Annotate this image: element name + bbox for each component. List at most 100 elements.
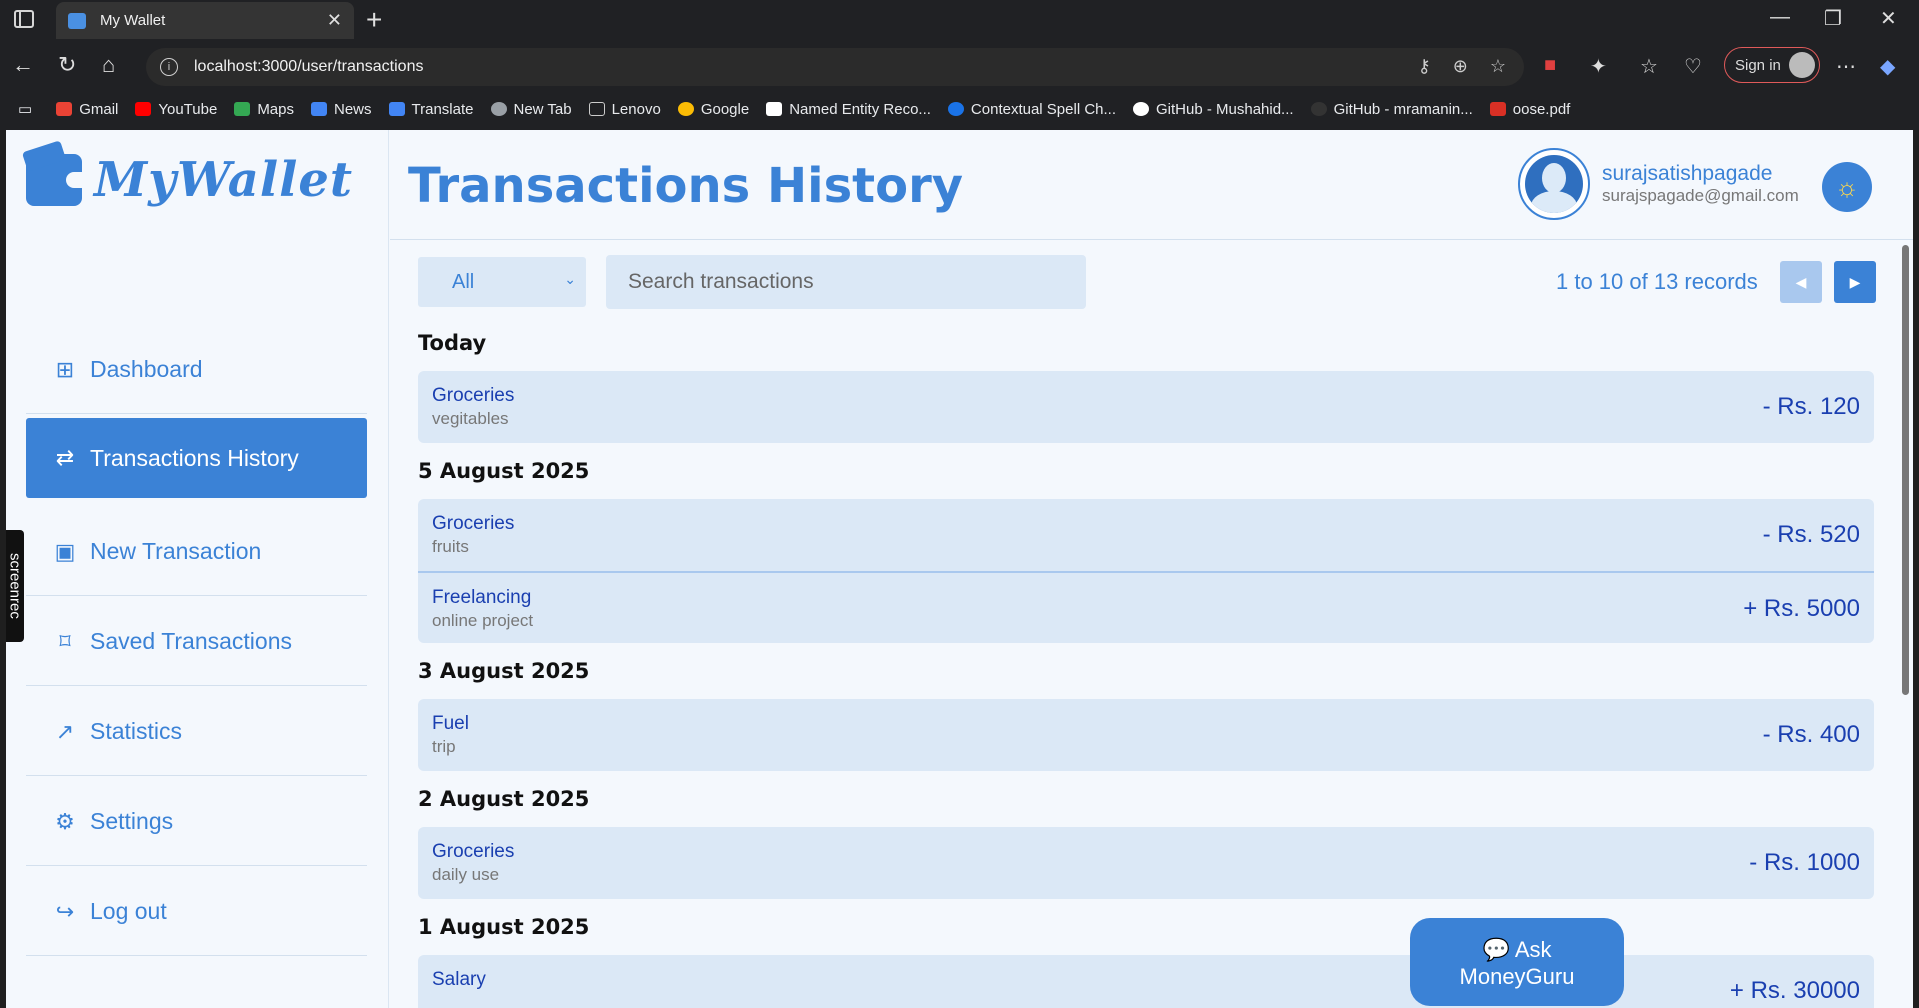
transaction-group: 1 August 2025 Salary + Rs. 30000 [418, 915, 1874, 1008]
gear-icon: ⚙ [55, 808, 75, 834]
sidebar-item-label: Settings [90, 808, 174, 834]
transaction-row[interactable]: Freelancing online project + Rs. 5000 [418, 571, 1874, 643]
transaction-row[interactable]: Groceries vegitables - Rs. 120 [418, 371, 1874, 443]
bookmark-ner[interactable]: Named Entity Reco... [766, 101, 931, 118]
group-date: 2 August 2025 [418, 787, 590, 811]
reading-list-icon[interactable]: ▭ [18, 100, 32, 118]
copilot-icon[interactable]: ◆ [1880, 54, 1895, 79]
sidebar-item-label: Dashboard [90, 356, 203, 382]
favorites-icon[interactable]: ☆ [1640, 54, 1658, 79]
transaction-row[interactable]: Salary + Rs. 30000 [418, 955, 1874, 1008]
sidebar-item-dashboard[interactable]: ⊞ Dashboard [26, 326, 367, 414]
ask-label: Ask [1514, 937, 1552, 962]
transaction-amount: - Rs. 120 [1762, 393, 1860, 420]
wallet-favicon-icon [68, 12, 86, 29]
sidebar-item-saved-transactions[interactable]: ⌑ Saved Transactions [26, 598, 367, 686]
username: surajsatishpagade [1602, 162, 1773, 185]
extension-icon[interactable]: ■ [1544, 54, 1556, 77]
group-date: 5 August 2025 [418, 459, 590, 483]
sidebar-item-label: Log out [90, 898, 167, 924]
calendar-plus-icon: ▣ [54, 538, 76, 564]
theme-toggle-bulb-icon[interactable]: ☼ [1822, 162, 1872, 212]
logo[interactable]: MyWallet [26, 152, 353, 208]
transaction-row[interactable]: Fuel trip - Rs. 400 [418, 699, 1874, 771]
browser-tab[interactable]: My Wallet ✕ [56, 2, 354, 39]
minimize-icon[interactable]: — [1770, 6, 1790, 29]
new-tab-button[interactable]: + [366, 4, 382, 36]
sign-in-button[interactable]: Sign in [1724, 47, 1820, 83]
sidebar-item-label: Statistics [90, 718, 183, 744]
caret-right-icon: ▶ [1849, 273, 1861, 290]
transaction-note: online project [432, 611, 534, 630]
sidebar-item-transactions-history[interactable]: ⇄ Transactions History [26, 418, 367, 498]
bookmark-github-2[interactable]: GitHub - mramanin... [1310, 101, 1473, 118]
next-page-button[interactable]: ▶ [1834, 261, 1876, 303]
transaction-group: 2 August 2025 Groceries daily use - Rs. … [418, 787, 1874, 899]
bookmark-gmail[interactable]: Gmail [56, 101, 118, 118]
bookmark-new-tab[interactable]: New Tab [490, 101, 572, 118]
search-input[interactable] [606, 255, 1086, 309]
type-filter-select[interactable]: All ⌄ [418, 257, 586, 307]
bookmark-maps[interactable]: Maps [234, 101, 294, 118]
transaction-row[interactable]: Groceries fruits - Rs. 520 [418, 499, 1874, 571]
close-icon[interactable]: ✕ [327, 10, 342, 31]
bookmarks-bar: ▭ Gmail YouTube Maps News Translate New … [0, 92, 1919, 126]
maximize-icon[interactable]: ❐ [1824, 6, 1842, 31]
bookmark-lenovo[interactable]: Lenovo [588, 101, 661, 118]
bookmark-icon: ⌑ [59, 628, 71, 654]
scrollbar-thumb[interactable] [1902, 245, 1909, 695]
sidebar-item-logout[interactable]: ↪ Log out [26, 868, 367, 956]
tab-bar: My Wallet ✕ + — ❐ ✕ [0, 0, 1919, 40]
zoom-icon[interactable]: ⊕ [1453, 56, 1468, 77]
more-icon[interactable]: ⋯ [1836, 54, 1856, 79]
sidebar-item-statistics[interactable]: ↗ Statistics [26, 688, 367, 776]
prev-page-button[interactable]: ◀ [1780, 261, 1822, 303]
bookmark-google[interactable]: Google [677, 101, 749, 118]
github-icon [1310, 102, 1327, 116]
sidebar-item-settings[interactable]: ⚙ Settings [26, 778, 367, 866]
folder-icon [588, 102, 605, 116]
filter-value: All [452, 270, 475, 293]
wallet-icon [26, 154, 84, 206]
github-icon [1133, 102, 1149, 116]
reload-icon[interactable]: ↻ [58, 52, 76, 78]
transaction-category: Fuel [432, 713, 469, 734]
bookmark-translate[interactable]: Translate [388, 101, 474, 118]
group-date: 1 August 2025 [418, 915, 590, 939]
bookmark-github-1[interactable]: GitHub - Mushahid... [1133, 101, 1294, 118]
sidebar-item-new-transaction[interactable]: ▣ New Transaction [26, 508, 367, 596]
health-icon[interactable]: ♡ [1684, 54, 1702, 79]
bookmark-youtube[interactable]: YouTube [135, 101, 217, 118]
bookmark-spell-check[interactable]: Contextual Spell Ch... [947, 101, 1116, 118]
chart-page-icon [766, 102, 783, 116]
pdf-icon [1489, 102, 1506, 116]
page-scrollbar[interactable] [1900, 241, 1910, 1008]
tab-title: My Wallet [100, 12, 166, 29]
group-date: 3 August 2025 [418, 659, 590, 683]
bookmark-news[interactable]: News [311, 101, 372, 118]
home-icon[interactable]: ⌂ [102, 52, 115, 78]
user-silhouette-icon [1525, 155, 1583, 213]
user-avatar[interactable] [1518, 148, 1590, 220]
page-header: Transactions History surajsatishpagade s… [390, 130, 1913, 240]
info-icon[interactable]: i [160, 58, 178, 76]
browser-chrome: My Wallet ✕ + — ❐ ✕ ← ↻ ⌂ i localhost:30… [0, 0, 1919, 130]
transaction-amount: + Rs. 30000 [1729, 977, 1860, 1004]
back-icon[interactable]: ← [12, 52, 34, 78]
transaction-note: vegitables [432, 409, 509, 428]
favorite-star-icon[interactable]: ☆ [1490, 56, 1506, 77]
tab-actions-icon[interactable] [14, 10, 34, 28]
sidebar: MyWallet ⊞ Dashboard ⇄ Transactions Hist… [6, 130, 389, 1008]
transaction-category: Groceries [432, 841, 515, 862]
extensions-icon[interactable]: ✦ [1590, 54, 1607, 79]
sign-in-label: Sign in [1735, 56, 1781, 74]
transaction-group: 5 August 2025 Groceries fruits - Rs. 520… [418, 459, 1874, 643]
bookmark-oose-pdf[interactable]: oose.pdf [1489, 101, 1570, 118]
transaction-row[interactable]: Groceries daily use - Rs. 1000 [418, 827, 1874, 899]
records-count: 1 to 10 of 13 records [1556, 269, 1758, 294]
key-icon[interactable]: ⚷ [1418, 56, 1431, 77]
ask-moneyguru-button[interactable]: 💬 Ask MoneyGuru [1410, 918, 1624, 1006]
window-close-icon[interactable]: ✕ [1880, 6, 1897, 31]
address-bar[interactable]: i localhost:3000/user/transactions ⚷ ⊕ ☆ [146, 48, 1524, 86]
screenrec-badge[interactable]: screenrec [6, 530, 24, 642]
